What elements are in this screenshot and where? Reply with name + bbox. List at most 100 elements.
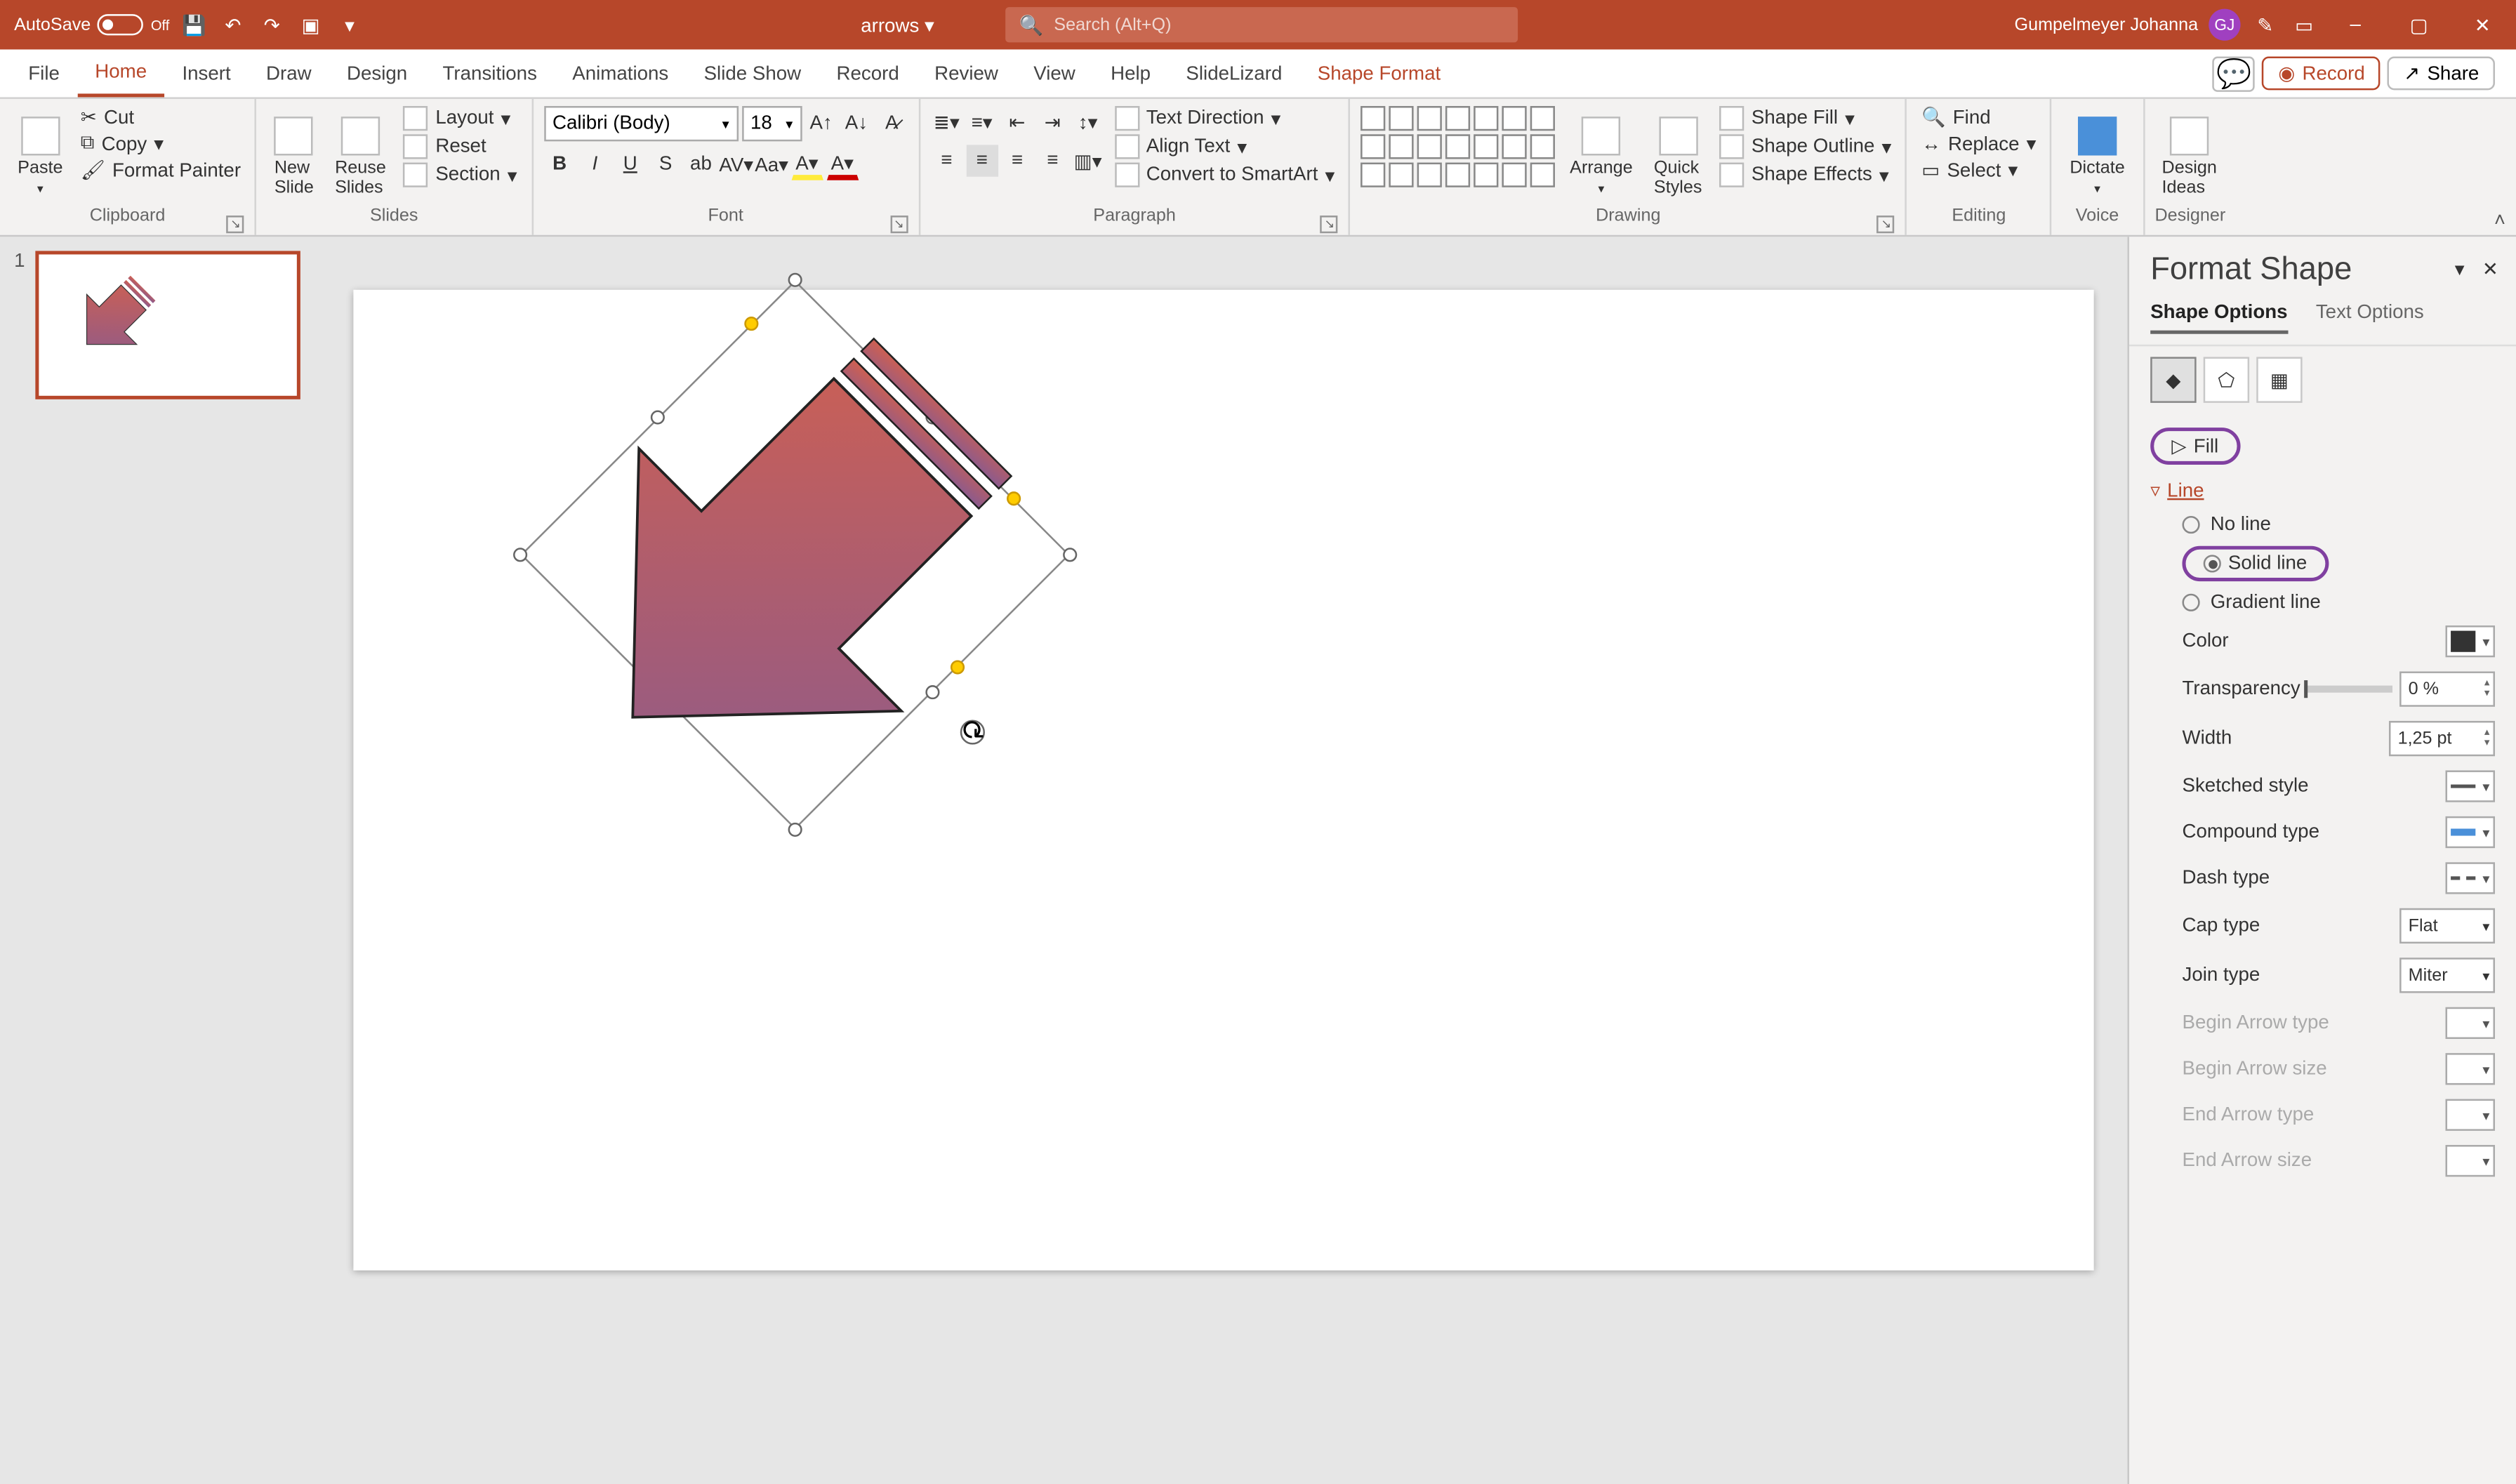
document-title[interactable]: arrows ▾ [861, 13, 934, 37]
join-select[interactable]: Miter▾ [2399, 958, 2495, 993]
highlight-button[interactable]: A▾ [791, 148, 823, 180]
find-button[interactable]: 🔍Find [1918, 106, 2039, 129]
outdent-button[interactable]: ⇤ [1001, 106, 1033, 138]
compound-picker[interactable] [2446, 816, 2495, 848]
tab-slidelizard[interactable]: SlideLizard [1168, 49, 1299, 97]
shapes-gallery[interactable] [1361, 106, 1556, 206]
display-mode-icon[interactable]: ▭ [2290, 11, 2318, 39]
size-tab-icon[interactable]: ▦ [2256, 357, 2302, 402]
align-right-button[interactable]: ≡ [1001, 145, 1033, 176]
tab-animations[interactable]: Animations [555, 49, 686, 97]
user-avatar[interactable]: GJ [2209, 9, 2240, 41]
smartart-button[interactable]: Convert to SmartArt ▾ [1111, 163, 1338, 187]
tab-shape-format[interactable]: Shape Format [1300, 49, 1459, 97]
line-accordion[interactable]: ▿ Line [2150, 472, 2495, 509]
font-size[interactable]: 18▾ [741, 106, 802, 141]
save-icon[interactable]: 💾 [180, 11, 208, 39]
transparency-input[interactable]: 0 %▴▾ [2399, 671, 2495, 706]
tab-view[interactable]: View [1016, 49, 1093, 97]
strike-button[interactable]: S [649, 148, 681, 180]
radio-no-line[interactable]: No line [2150, 509, 2495, 541]
undo-icon[interactable]: ↶ [219, 11, 247, 39]
share-button[interactable]: ↗ Share [2388, 57, 2495, 91]
select-button[interactable]: ▭Select ▾ [1918, 159, 2039, 183]
shadow-button[interactable]: ab [685, 148, 717, 180]
tab-slideshow[interactable]: Slide Show [686, 49, 819, 97]
tab-transitions[interactable]: Transitions [425, 49, 555, 97]
radio-solid-line[interactable]: Solid line [2150, 541, 2495, 586]
search-input[interactable] [1054, 15, 1503, 34]
reuse-slides-button[interactable]: Reuse Slides [328, 106, 393, 206]
tab-shape-options[interactable]: Shape Options [2150, 302, 2287, 333]
dictate-button[interactable]: Dictate▾ [2063, 106, 2131, 206]
tab-design[interactable]: Design [329, 49, 425, 97]
radio-gradient-line[interactable]: Gradient line [2150, 587, 2495, 618]
maximize-button[interactable]: ▢ [2392, 0, 2446, 49]
paragraph-launcher[interactable]: ↘ [1320, 216, 1338, 233]
fill-accordion[interactable]: ▷ Fill [2150, 428, 2239, 465]
font-launcher[interactable]: ↘ [890, 216, 908, 233]
comments-button[interactable]: 💬 [2213, 55, 2255, 91]
shape-fill-button[interactable]: Shape Fill ▾ [1716, 106, 1895, 131]
case-button[interactable]: Aa▾ [755, 148, 787, 180]
drawing-launcher[interactable]: ↘ [1877, 216, 1895, 233]
dash-picker[interactable] [2446, 862, 2495, 894]
columns-button[interactable]: ▥▾ [1072, 145, 1104, 176]
effects-tab-icon[interactable]: ⬠ [2204, 357, 2249, 402]
arrange-button[interactable]: Arrange▾ [1563, 106, 1640, 206]
transparency-slider[interactable] [2304, 686, 2392, 693]
sketched-picker[interactable] [2446, 770, 2495, 802]
search-box[interactable]: 🔍 [1005, 7, 1518, 42]
replace-button[interactable]: ↔Replace ▾ [1918, 133, 2039, 156]
tab-record[interactable]: Record [819, 49, 917, 97]
format-painter-button[interactable]: 🖌Format Painter [77, 159, 244, 183]
clear-format-button[interactable]: A̷ [876, 108, 908, 140]
tab-draw[interactable]: Draw [249, 49, 329, 97]
italic-button[interactable]: I [579, 148, 611, 180]
cut-button[interactable]: ✂Cut [77, 106, 244, 129]
present-icon[interactable]: ▣ [297, 11, 325, 39]
align-text-button[interactable]: Align Text ▾ [1111, 134, 1338, 159]
align-center-button[interactable]: ≡ [966, 145, 998, 176]
cap-select[interactable]: Flat▾ [2399, 908, 2495, 943]
tab-home[interactable]: Home [77, 49, 164, 97]
clipboard-launcher[interactable]: ↘ [227, 216, 244, 233]
thumbnail-slide-1[interactable]: 1 [14, 251, 304, 399]
design-ideas-button[interactable]: Design Ideas [2154, 106, 2224, 206]
font-name[interactable]: Calibri (Body)▾ [543, 106, 738, 141]
underline-button[interactable]: U [614, 148, 646, 180]
indent-button[interactable]: ⇥ [1037, 106, 1068, 138]
tab-review[interactable]: Review [917, 49, 1016, 97]
pane-close-button[interactable]: ✕ [2482, 258, 2498, 281]
shrink-font-button[interactable]: A↓ [840, 108, 872, 140]
arrow-shape[interactable] [495, 254, 1096, 855]
minimize-button[interactable]: – [2329, 0, 2382, 49]
autosave-toggle[interactable]: AutoSave Off [14, 14, 169, 35]
pane-options-button[interactable]: ▾ [2455, 258, 2465, 281]
grow-font-button[interactable]: A↑ [805, 108, 837, 140]
copy-button[interactable]: ⧉Copy ▾ [77, 133, 244, 156]
width-input[interactable]: 1,25 pt▴▾ [2389, 721, 2495, 756]
tab-insert[interactable]: Insert [164, 49, 249, 97]
paste-button[interactable]: Paste▾ [11, 106, 70, 206]
slide-canvas[interactable]: ⟳ [318, 237, 2127, 1484]
new-slide-button[interactable]: New Slide [267, 106, 321, 206]
close-button[interactable]: ✕ [2456, 0, 2510, 49]
justify-button[interactable]: ≡ [1037, 145, 1068, 176]
section-button[interactable]: Section ▾ [400, 163, 521, 187]
tab-text-options[interactable]: Text Options [2316, 302, 2424, 333]
tab-file[interactable]: File [11, 49, 77, 97]
bullets-button[interactable]: ≣▾ [931, 106, 962, 138]
shape-effects-button[interactable]: Shape Effects ▾ [1716, 163, 1895, 187]
redo-icon[interactable]: ↷ [258, 11, 286, 39]
slide[interactable]: ⟳ [353, 290, 2093, 1271]
numbered-button[interactable]: ≡▾ [966, 106, 998, 138]
align-left-button[interactable]: ≡ [931, 145, 962, 176]
shape-outline-button[interactable]: Shape Outline ▾ [1716, 134, 1895, 159]
writing-tools-icon[interactable]: ✎ [2251, 11, 2279, 39]
collapse-ribbon-button[interactable]: ˄ [2494, 211, 2505, 232]
bold-button[interactable]: B [543, 148, 575, 180]
qat-more-icon[interactable]: ▾ [336, 11, 364, 39]
quick-styles-button[interactable]: Quick Styles [1647, 106, 1709, 206]
line-color-picker[interactable] [2446, 625, 2495, 657]
